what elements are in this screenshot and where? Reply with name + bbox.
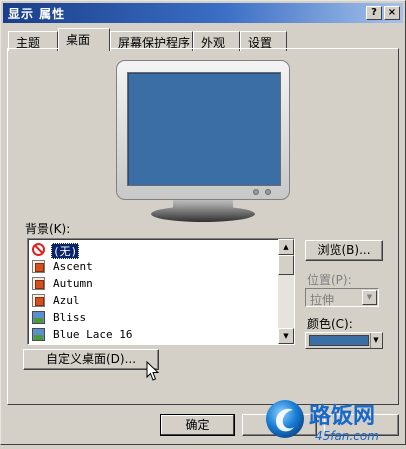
window-title: 显示 属性 [8,7,66,21]
desktop-tab-panel [7,48,399,405]
site-watermark: 路饭网 45fan.com [259,393,406,446]
mouse-cursor-icon [146,361,160,381]
close-button[interactable]: × [384,6,400,20]
svg-text:路饭网: 路饭网 [309,403,375,429]
display-properties-window: 显示 属性 ? × 主题 桌面 屏幕保护程序 外观 设置 背景(K): (无) … [0,0,406,445]
ok-button[interactable]: 确定 [160,414,235,436]
help-button[interactable]: ? [366,6,382,20]
svg-text:45fan.com: 45fan.com [315,429,379,443]
tab-desktop[interactable]: 桌面 [58,28,110,51]
watermark-logo-icon: 路饭网 45fan.com [266,400,379,443]
title-bar[interactable]: 显示 属性 ? × [3,3,403,23]
